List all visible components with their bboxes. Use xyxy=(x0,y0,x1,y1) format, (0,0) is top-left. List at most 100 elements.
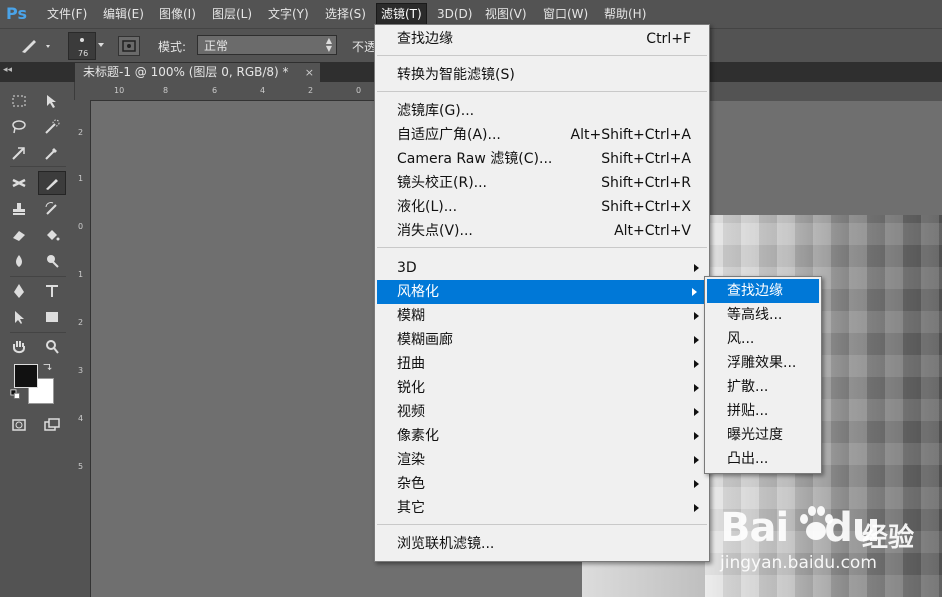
menu-item-last-filter[interactable]: 查找边缘 Ctrl+F xyxy=(375,27,709,51)
menu-layer[interactable]: 图层(L) xyxy=(212,4,252,24)
submenu-item-wind[interactable]: 风... xyxy=(705,327,821,351)
ruler-tick-label: 2 xyxy=(78,128,84,137)
menu-item-shortcut: Alt+Ctrl+V xyxy=(614,223,691,239)
menu-item-blur[interactable]: 模糊 xyxy=(375,304,709,328)
submenu-item-tiles[interactable]: 拼贴... xyxy=(705,399,821,423)
eyedropper-tool-icon[interactable] xyxy=(39,142,65,164)
crop-tool-icon[interactable] xyxy=(6,142,32,164)
filter-menu: 查找边缘 Ctrl+F 转换为智能滤镜(S) 滤镜库(G)... 自适应广角(A… xyxy=(374,24,710,562)
default-colors-icon[interactable] xyxy=(9,388,23,402)
document-tab[interactable]: 未标题-1 @ 100% (图层 0, RGB/8) * × xyxy=(75,63,320,82)
menu-item-convert-smart-filters[interactable]: 转换为智能滤镜(S) xyxy=(375,63,709,87)
menu-item-filter-gallery[interactable]: 滤镜库(G)... xyxy=(375,99,709,123)
eraser-tool-icon[interactable] xyxy=(6,224,32,246)
menu-item-browse-online-filters[interactable]: 浏览联机滤镜... xyxy=(375,532,709,556)
brush-tool-icon[interactable] xyxy=(38,171,66,195)
submenu-arrow-icon xyxy=(694,408,699,416)
submenu-item-extrude[interactable]: 凸出... xyxy=(705,447,821,471)
ruler-tick-label: 4 xyxy=(78,414,84,423)
menu-item-noise[interactable]: 杂色 xyxy=(375,472,709,496)
submenu-arrow-icon xyxy=(694,456,699,464)
mode-select[interactable]: 正常 ▲ ▼ xyxy=(197,35,337,55)
menu-item-vanishing-point[interactable]: 消失点(V)... Alt+Ctrl+V xyxy=(375,219,709,243)
menu-item-pixelate[interactable]: 像素化 xyxy=(375,424,709,448)
submenu-item-solarize[interactable]: 曝光过度 xyxy=(705,423,821,447)
menu-item-other[interactable]: 其它 xyxy=(375,496,709,520)
menu-item-liquify[interactable]: 液化(L)... Shift+Ctrl+X xyxy=(375,195,709,219)
menu-item-stylize[interactable]: 风格化 xyxy=(377,280,707,304)
brush-panel-toggle-icon[interactable] xyxy=(118,36,140,56)
menu-image[interactable]: 图像(I) xyxy=(159,4,196,24)
menu-3d[interactable]: 3D(D) xyxy=(437,4,472,24)
ruler-tick-label: 2 xyxy=(308,86,314,95)
close-icon[interactable]: × xyxy=(305,63,314,82)
menu-item-lens-correction[interactable]: 镜头校正(R)... Shift+Ctrl+R xyxy=(375,171,709,195)
menu-item-blur-gallery[interactable]: 模糊画廊 xyxy=(375,328,709,352)
path-selection-tool-icon[interactable] xyxy=(6,306,32,328)
chevron-down-icon[interactable] xyxy=(98,43,104,47)
submenu-arrow-icon xyxy=(694,336,699,344)
menu-item-sharpen[interactable]: 锐化 xyxy=(375,376,709,400)
menu-item-label: 滤镜库(G)... xyxy=(397,103,475,119)
quick-selection-tool-icon[interactable] xyxy=(39,116,65,138)
menu-item-render[interactable]: 渲染 xyxy=(375,448,709,472)
paint-bucket-tool-icon[interactable] xyxy=(39,224,65,246)
clone-stamp-tool-icon[interactable] xyxy=(6,198,32,220)
menu-item-adaptive-wide-angle[interactable]: 自适应广角(A)... Alt+Shift+Ctrl+A xyxy=(375,123,709,147)
collapse-panel-icon[interactable]: ◂◂ xyxy=(3,65,12,75)
pen-tool-icon[interactable] xyxy=(6,280,32,302)
menu-view[interactable]: 视图(V) xyxy=(485,4,527,24)
menu-separator xyxy=(377,55,707,56)
swap-colors-icon[interactable] xyxy=(40,360,54,374)
menu-item-shortcut: Shift+Ctrl+X xyxy=(601,199,691,215)
menu-item-label: 3D xyxy=(397,260,417,276)
blur-tool-icon[interactable] xyxy=(6,250,32,272)
foreground-color-swatch[interactable] xyxy=(14,364,38,388)
menu-select[interactable]: 选择(S) xyxy=(325,4,366,24)
brush-size-value: 76 xyxy=(78,49,89,58)
menu-item-label: 其它 xyxy=(397,500,425,516)
menu-item-distort[interactable]: 扭曲 xyxy=(375,352,709,376)
menu-type[interactable]: 文字(Y) xyxy=(268,4,309,24)
menu-file[interactable]: 文件(F) xyxy=(47,4,87,24)
menu-filter[interactable]: 滤镜(T) xyxy=(376,3,427,25)
ruler-tick-label: 0 xyxy=(78,222,84,231)
submenu-item-diffuse[interactable]: 扩散... xyxy=(705,375,821,399)
quick-mask-icon[interactable] xyxy=(6,414,32,436)
document-tab-title: 未标题-1 @ 100% (图层 0, RGB/8) * xyxy=(83,65,289,79)
toolbox xyxy=(0,82,75,597)
rectangle-tool-icon[interactable] xyxy=(39,306,65,328)
submenu-item-trace-contour[interactable]: 等高线... xyxy=(705,303,821,327)
opacity-label: 不透 xyxy=(352,40,377,54)
brush-preset-picker[interactable]: 76 xyxy=(68,32,96,60)
healing-brush-tool-icon[interactable] xyxy=(6,172,32,194)
menu-item-video[interactable]: 视频 xyxy=(375,400,709,424)
menu-edit[interactable]: 编辑(E) xyxy=(103,4,144,24)
zoom-tool-icon[interactable] xyxy=(39,336,65,358)
menu-window[interactable]: 窗口(W) xyxy=(543,4,588,24)
ruler-tick-label: 5 xyxy=(78,462,84,471)
submenu-item-emboss[interactable]: 浮雕效果... xyxy=(705,351,821,375)
paw-icon xyxy=(800,506,833,540)
screen-mode-icon[interactable] xyxy=(39,414,65,436)
marquee-tool-icon[interactable] xyxy=(6,90,32,112)
submenu-arrow-icon xyxy=(694,360,699,368)
menu-item-camera-raw[interactable]: Camera Raw 滤镜(C)... Shift+Ctrl+A xyxy=(375,147,709,171)
submenu-item-find-edges[interactable]: 查找边缘 xyxy=(707,279,819,303)
toolbox-divider xyxy=(10,166,66,167)
menu-item-label: 模糊画廊 xyxy=(397,332,453,348)
ruler-tick-label: 2 xyxy=(78,318,84,327)
history-brush-tool-icon[interactable] xyxy=(39,198,65,220)
submenu-arrow-icon xyxy=(694,480,699,488)
lasso-tool-icon[interactable] xyxy=(6,116,32,138)
menu-item-3d[interactable]: 3D xyxy=(375,256,709,280)
menu-item-shortcut: Ctrl+F xyxy=(646,31,691,47)
dodge-tool-icon[interactable] xyxy=(39,250,65,272)
menu-item-label: 锐化 xyxy=(397,380,425,396)
brush-tool-preset-icon[interactable] xyxy=(18,36,54,56)
menu-help[interactable]: 帮助(H) xyxy=(604,4,646,24)
hand-tool-icon[interactable] xyxy=(6,336,32,358)
type-tool-icon[interactable] xyxy=(39,280,65,302)
mode-label: 模式: xyxy=(158,40,187,54)
move-tool-icon[interactable] xyxy=(39,90,65,112)
